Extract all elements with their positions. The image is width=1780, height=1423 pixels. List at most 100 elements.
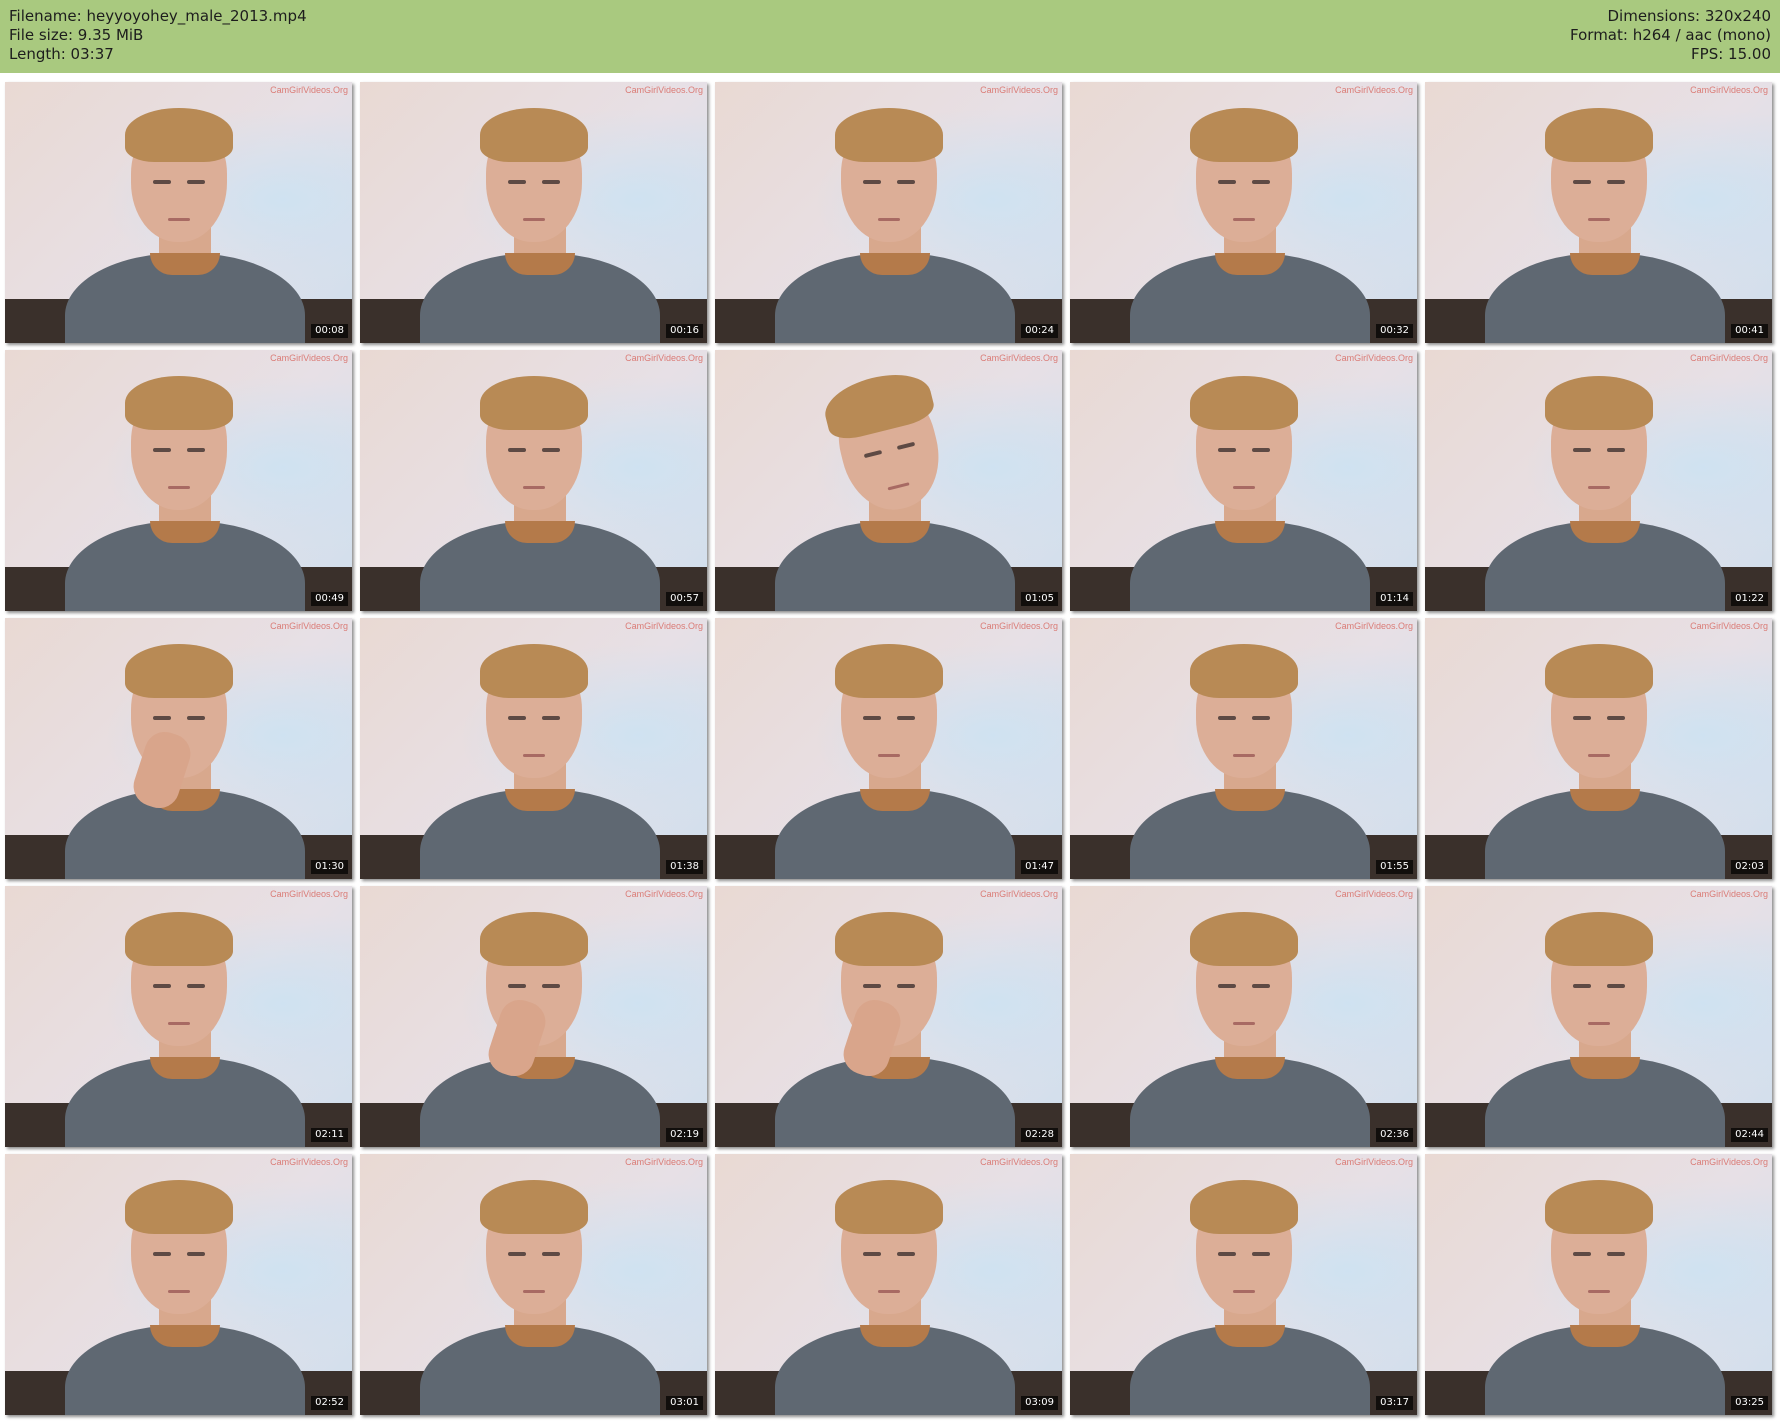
eye	[186, 180, 205, 184]
watermark-text: CamGirlVideos.Org	[625, 889, 703, 899]
video-thumbnail: CamGirlVideos.Org 00:24	[715, 82, 1062, 343]
thumbnail-timestamp: 02:36	[1376, 1128, 1413, 1142]
video-thumbnail: CamGirlVideos.Org 01:22	[1425, 350, 1772, 611]
thumbnail-timestamp: 03:17	[1376, 1396, 1413, 1410]
video-thumbnail: CamGirlVideos.Org 01:47	[715, 618, 1062, 879]
eye	[1217, 180, 1236, 184]
watermark-text: CamGirlVideos.Org	[1690, 85, 1768, 95]
eye	[1572, 716, 1591, 720]
shirt-collar	[1215, 789, 1285, 811]
person-head	[1544, 912, 1653, 1046]
mouth	[167, 486, 190, 489]
eye	[152, 984, 171, 988]
mouth	[1587, 218, 1610, 221]
dimensions-label: Dimensions: 320x240	[1607, 7, 1771, 25]
eye	[541, 180, 560, 184]
person-hair	[1544, 108, 1653, 162]
watermark-text: CamGirlVideos.Org	[270, 85, 348, 95]
person-head	[1189, 644, 1298, 778]
mouth	[1232, 486, 1255, 489]
eye	[862, 984, 881, 988]
person-hair	[1189, 108, 1298, 162]
person-hair	[479, 376, 588, 430]
person-hair	[1189, 1180, 1298, 1234]
mouth	[1232, 1290, 1255, 1293]
eye	[1251, 448, 1270, 452]
eye	[152, 1252, 171, 1256]
video-thumbnail: CamGirlVideos.Org 02:03	[1425, 618, 1772, 879]
person-head	[124, 1180, 233, 1314]
person-head	[124, 644, 233, 778]
thumbnail-timestamp: 03:25	[1731, 1396, 1768, 1410]
thumbnail-timestamp: 00:41	[1731, 324, 1768, 338]
thumbnail-timestamp: 02:19	[666, 1128, 703, 1142]
thumbnail-timestamp: 01:05	[1021, 592, 1058, 606]
watermark-text: CamGirlVideos.Org	[1335, 1157, 1413, 1167]
shirt-collar	[150, 1057, 220, 1079]
person-head	[124, 108, 233, 242]
watermark-text: CamGirlVideos.Org	[980, 1157, 1058, 1167]
thumbnail-timestamp: 01:47	[1021, 860, 1058, 874]
mouth	[1587, 1290, 1610, 1293]
person-head	[479, 1180, 588, 1314]
shirt-collar	[505, 1325, 575, 1347]
shirt-collar	[860, 789, 930, 811]
file-info: Filename: heyyoyohey_male_2013.mp4 File …	[9, 7, 307, 64]
eye	[896, 1252, 915, 1256]
video-thumbnail: CamGirlVideos.Org 02:44	[1425, 886, 1772, 1147]
thumbnail-timestamp: 03:09	[1021, 1396, 1058, 1410]
person-head	[1189, 1180, 1298, 1314]
mouth	[877, 1022, 900, 1025]
eye	[1572, 180, 1591, 184]
eye	[186, 448, 205, 452]
person-hair	[1189, 912, 1298, 966]
watermark-text: CamGirlVideos.Org	[980, 621, 1058, 631]
video-thumbnail: CamGirlVideos.Org 00:16	[360, 82, 707, 343]
person-hair	[479, 1180, 588, 1234]
thumbnail-timestamp: 00:32	[1376, 324, 1413, 338]
video-thumbnail: CamGirlVideos.Org 03:17	[1070, 1154, 1417, 1415]
shirt-collar	[505, 253, 575, 275]
watermark-text: CamGirlVideos.Org	[1690, 621, 1768, 631]
person-head	[1544, 376, 1653, 510]
person-head	[479, 376, 588, 510]
person-hair	[124, 912, 233, 966]
eye	[1572, 1252, 1591, 1256]
watermark-text: CamGirlVideos.Org	[270, 621, 348, 631]
watermark-text: CamGirlVideos.Org	[625, 621, 703, 631]
eye	[507, 448, 526, 452]
mouth	[887, 482, 910, 491]
eye	[152, 180, 171, 184]
person-hair	[834, 912, 943, 966]
eye	[896, 716, 915, 720]
thumbnail-timestamp: 01:14	[1376, 592, 1413, 606]
thumbnail-timestamp: 00:24	[1021, 324, 1058, 338]
shirt-collar	[1570, 253, 1640, 275]
person-hair	[124, 1180, 233, 1234]
shirt-collar	[1570, 789, 1640, 811]
person-hair	[479, 644, 588, 698]
video-thumbnail: CamGirlVideos.Org 00:41	[1425, 82, 1772, 343]
mouth	[1232, 218, 1255, 221]
eye	[1251, 1252, 1270, 1256]
eye	[1217, 448, 1236, 452]
shirt-collar	[1215, 1325, 1285, 1347]
video-thumbnail: CamGirlVideos.Org 02:28	[715, 886, 1062, 1147]
person-head	[479, 108, 588, 242]
person-head	[1189, 108, 1298, 242]
eye	[541, 1252, 560, 1256]
video-thumbnail: CamGirlVideos.Org 02:36	[1070, 886, 1417, 1147]
eye	[896, 984, 915, 988]
person-hair	[834, 644, 943, 698]
watermark-text: CamGirlVideos.Org	[270, 889, 348, 899]
person-head	[479, 644, 588, 778]
video-thumbnail: CamGirlVideos.Org 01:38	[360, 618, 707, 879]
thumbnail-timestamp: 02:28	[1021, 1128, 1058, 1142]
eye	[1606, 448, 1625, 452]
video-thumbnail: CamGirlVideos.Org 01:05	[715, 350, 1062, 611]
watermark-text: CamGirlVideos.Org	[980, 85, 1058, 95]
watermark-text: CamGirlVideos.Org	[1690, 353, 1768, 363]
eye	[896, 441, 915, 450]
person-head	[1189, 912, 1298, 1046]
mouth	[167, 218, 190, 221]
